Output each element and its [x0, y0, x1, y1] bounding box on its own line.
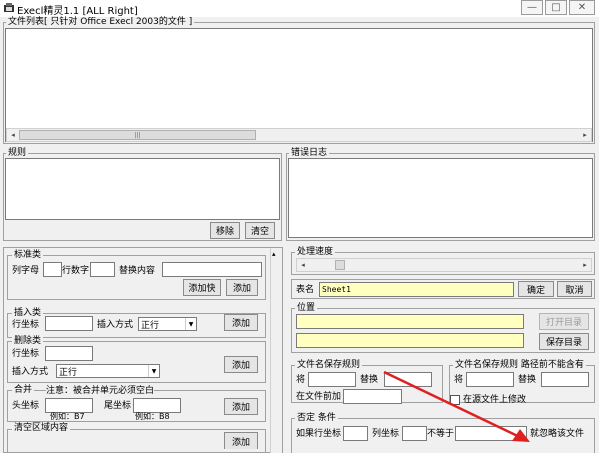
- col-letter-label: 列字母: [12, 266, 40, 276]
- error-log-legend: 错误日志: [289, 148, 330, 158]
- scroll-thumb[interactable]: |||: [19, 130, 256, 140]
- progress-track[interactable]: ◂ ▸: [296, 258, 592, 272]
- window-title: Execl精灵1.1 [ALL Right]: [17, 6, 138, 17]
- sheet-label: 表名: [296, 285, 315, 295]
- error-log-box[interactable]: [288, 158, 593, 238]
- delete-add-button[interactable]: 添加: [224, 356, 258, 373]
- save-dir-input[interactable]: [296, 333, 524, 348]
- tail-example: 例如：B8: [135, 412, 170, 421]
- std-legend: 标准类: [12, 250, 44, 260]
- merge-add-button[interactable]: 添加: [224, 398, 258, 415]
- delete-mode-label: 插入方式: [12, 367, 49, 377]
- minimize-button[interactable]: —: [521, 0, 543, 15]
- col-letter-input[interactable]: [43, 262, 62, 277]
- prefix-label: 在文件前加: [296, 392, 342, 402]
- std-add-button[interactable]: 添加: [226, 279, 258, 296]
- open-dir-button[interactable]: 打开目录: [539, 313, 589, 330]
- save-rule-from-label: 将: [296, 375, 306, 385]
- insert-add-button[interactable]: 添加: [224, 314, 258, 331]
- delete-legend: 删除类: [12, 336, 44, 346]
- add-block-button[interactable]: 添加快: [183, 279, 221, 296]
- clear-area-add-button[interactable]: 添加: [224, 432, 258, 449]
- delete-mode-select[interactable]: 正行 ▼: [56, 364, 160, 378]
- location-legend: 位置: [295, 303, 318, 313]
- head-example: 例如：B7: [50, 412, 85, 421]
- if-row-label: 如果行坐标: [296, 429, 342, 439]
- replace-content-label: 替换内容: [119, 266, 156, 276]
- if-row-input[interactable]: [343, 426, 368, 441]
- scroll-up-icon[interactable]: ▴: [272, 250, 276, 258]
- save-rule-from-input[interactable]: [308, 372, 356, 387]
- chevron-down-icon: ▼: [148, 365, 159, 377]
- insert-mode-select[interactable]: 正行 ▼: [138, 317, 197, 331]
- merge-note: 注意：被合并单元必须空白: [46, 385, 155, 397]
- save-dir-button[interactable]: 保存目录: [539, 333, 589, 350]
- maximize-button[interactable]: □: [545, 0, 567, 15]
- clear-area-legend: 清空区域内容: [12, 423, 71, 433]
- insert-row-label: 行坐标: [12, 320, 40, 330]
- replace-content-input[interactable]: [162, 262, 262, 277]
- head-coord-label: 头坐标: [12, 401, 40, 411]
- rules-legend: 规则: [6, 148, 29, 158]
- close-button[interactable]: ✕: [569, 0, 595, 15]
- clear-button[interactable]: 清空: [245, 222, 275, 239]
- delete-row-label: 行坐标: [12, 349, 40, 359]
- scroll-left-icon[interactable]: ◂: [7, 129, 19, 141]
- sheet-name-input[interactable]: Sheet1: [319, 282, 514, 297]
- insert-row-input[interactable]: [45, 316, 93, 331]
- progress-legend: 处理速度: [295, 247, 336, 257]
- remove-button[interactable]: 移除: [210, 222, 240, 239]
- save-rule2-replace-input[interactable]: [541, 372, 589, 387]
- open-dir-input[interactable]: [296, 314, 524, 329]
- save-rule-legend: 文件名保存规则: [295, 360, 363, 370]
- rules-list[interactable]: [5, 158, 280, 220]
- save-rule-replace-label: 替换: [360, 375, 379, 385]
- insert-mode-value: 正行: [141, 320, 160, 331]
- app-icon: [4, 3, 14, 12]
- sheet-ok-button[interactable]: 确定: [518, 281, 554, 297]
- file-list-legend: 文件列表[ 只针对 Office Execl 2003的文件 ]: [6, 17, 195, 27]
- delete-row-input[interactable]: [45, 346, 93, 361]
- insert-legend: 插入类: [12, 308, 44, 318]
- rule-panel-scrollbar[interactable]: ▴: [270, 248, 282, 453]
- file-list-scrollbar[interactable]: ◂ ||| ▸: [6, 128, 592, 142]
- sheet-cancel-button[interactable]: 取消: [557, 281, 592, 297]
- annotation-arrow: [383, 370, 530, 442]
- progress-left-icon[interactable]: ◂: [297, 259, 309, 271]
- progress-right-icon[interactable]: ▸: [579, 259, 591, 271]
- row-num-input[interactable]: [90, 262, 115, 277]
- chevron-down-icon: ▼: [185, 318, 196, 330]
- insert-mode-label: 插入方式: [97, 320, 134, 330]
- scroll-right-icon[interactable]: ▸: [579, 129, 591, 141]
- tail-coord-label: 尾坐标: [104, 401, 132, 411]
- delete-mode-value: 正行: [59, 367, 78, 378]
- progress-thumb[interactable]: [335, 260, 345, 270]
- row-num-label: 行数字: [62, 266, 90, 276]
- merge-legend: 合并: [12, 385, 35, 395]
- file-list[interactable]: [5, 28, 593, 142]
- negate-legend: 否定 条件: [295, 413, 338, 423]
